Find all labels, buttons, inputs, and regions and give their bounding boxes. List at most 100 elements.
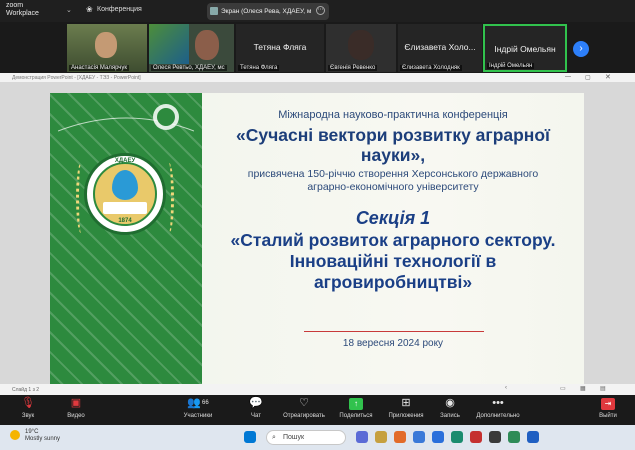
participant-tile[interactable]: Єлизавета Холо... Єлизавета Холодняк — [398, 24, 482, 72]
slide-topic1: «Сталий розвиток аграрного сектору. — [230, 230, 556, 250]
participant-tile[interactable]: Олеся Ревтьо, ХДАЕУ, мс — [149, 24, 234, 72]
search-icon: ⌕ — [272, 434, 276, 441]
meeting-controls: 🎙 Звук ▣ Видео 👥66 Участники 💬 Чат ♡ Отр… — [0, 395, 635, 425]
paw-icon: ❀ — [86, 5, 93, 14]
next-page-chevron-icon[interactable]: › — [573, 41, 589, 57]
close-icon[interactable]: ✕ — [605, 73, 611, 81]
brand-line2: Workplace — [6, 10, 39, 17]
participant-name: Євгенія Ревенко — [328, 65, 378, 71]
view-reading-icon[interactable]: ▤ — [600, 385, 606, 392]
screen-share-pill[interactable]: Экран (Олеся Рева, ХДАЕУ, м — [207, 3, 329, 20]
slide-left-panel: ХДАЕУ 1874 — [50, 93, 202, 393]
more-button[interactable]: ••• Дополнительно — [470, 397, 526, 419]
taskbar-search[interactable]: ⌕ Пошук — [266, 430, 346, 445]
edge-icon[interactable] — [432, 431, 444, 443]
participant-name: Олеся Ревтьо, ХДАЕУ, мс — [151, 65, 227, 71]
nav-left-icon[interactable]: ‹ — [505, 385, 507, 391]
seal-year: 1874 — [118, 218, 132, 224]
university-emblem-top-icon — [58, 104, 194, 132]
slide-section: Секція 1 — [355, 208, 431, 228]
slide-sub1: присвячена 150-річчю створення Херсонськ… — [247, 168, 539, 180]
utorrent-icon[interactable] — [508, 431, 520, 443]
participants-button[interactable]: 👥66 Участники — [170, 397, 226, 419]
slide-counter: Слайд 1 з 2 — [12, 387, 40, 393]
date-divider — [304, 331, 484, 332]
share-screen-icon: ↑ — [328, 397, 384, 410]
view-normal-icon[interactable]: ▭ — [560, 385, 566, 392]
participants-count: 66 — [202, 400, 209, 406]
sun-icon — [10, 430, 20, 440]
participants-icon: 👥66 — [187, 397, 209, 409]
opera-icon[interactable] — [470, 431, 482, 443]
audio-label: Звук — [21, 413, 35, 419]
participant-bigname: Єлизавета Холо... — [404, 42, 476, 52]
book-icon — [103, 202, 147, 214]
brand-line1: zoom — [6, 2, 24, 9]
powerpoint-window: Демонстрация PowerPoint - [ХДАЕУ - ТЭЗ -… — [0, 73, 635, 395]
slide: ХДАЕУ 1874 Міжнародна науково-практична … — [50, 93, 584, 393]
participant-tile[interactable]: Анастасія Малярчук — [67, 24, 147, 72]
heart-icon: ♡ — [299, 397, 309, 409]
search-placeholder: Пошук — [283, 434, 305, 441]
participant-name: Анастасія Малярчук — [69, 65, 130, 71]
windows-start-icon[interactable] — [244, 431, 256, 443]
zoom-brand: zoom Workplace — [6, 2, 39, 18]
chevron-down-icon[interactable]: ⌄ — [66, 6, 72, 14]
camera-off-icon: ▣ — [70, 397, 82, 409]
seal-text: ХДАЕУ — [114, 158, 136, 164]
water-drop-icon — [112, 170, 138, 200]
slide-topic3: агровиробництві» — [313, 272, 473, 292]
participant-tile-active[interactable]: Індрій Омельян Індрій Омельян — [483, 24, 567, 72]
share-button[interactable]: ↑ Поделиться — [328, 397, 384, 419]
react-label: Отреагировать — [283, 413, 325, 419]
video-button[interactable]: ▣ Видео — [48, 397, 104, 419]
leave-label: Выйти — [599, 413, 617, 419]
office-icon[interactable] — [394, 431, 406, 443]
participant-bigname: Тетяна Фляга — [253, 42, 307, 52]
maximize-icon[interactable]: ▢ — [585, 74, 591, 81]
participant-face — [348, 30, 374, 60]
ppt-status-bar: Слайд 1 з 2 ‹ ▭ ▦ ▤ — [0, 384, 635, 395]
more-dots-icon: ••• — [492, 397, 504, 409]
file-explorer-icon[interactable] — [375, 431, 387, 443]
view-grid-icon[interactable]: ▦ — [580, 385, 586, 392]
video-strip: Анастасія Малярчук Олеся Ревтьо, ХДАЕУ, … — [0, 24, 635, 74]
task-view-icon[interactable] — [356, 431, 368, 443]
participant-face — [195, 30, 219, 60]
leave-icon: ⇥ — [580, 397, 635, 410]
slide-sub2: аграрно-економічного університету — [307, 181, 479, 193]
participant-name: Тетяна Фляга — [238, 65, 280, 71]
minimize-icon[interactable]: — — [565, 74, 571, 80]
chrome-icon[interactable] — [451, 431, 463, 443]
university-seal: ХДАЕУ 1874 — [84, 153, 166, 235]
react-button[interactable]: ♡ Отреагировать — [276, 397, 332, 419]
participant-tile[interactable]: Тетяна Фляга Тетяна Фляга — [236, 24, 324, 72]
wheat-left-icon — [76, 163, 86, 233]
participant-name: Індрій Омельян — [487, 63, 535, 69]
screen-share-label: Экран (Олеся Рева, ХДАЕУ, м — [221, 8, 312, 15]
leave-button[interactable]: ⇥ Выйти — [580, 397, 635, 419]
participant-tile[interactable]: Євгенія Ревенко — [326, 24, 396, 72]
chat-label: Чат — [251, 413, 261, 419]
more-icon[interactable]: ⋯ — [316, 6, 325, 15]
slide-date: 18 вересня 2024 року — [342, 338, 444, 349]
app-icon[interactable] — [489, 431, 501, 443]
app2-icon[interactable] — [527, 431, 539, 443]
zoom-app-icon[interactable] — [413, 431, 425, 443]
apps-label: Приложения — [388, 413, 424, 419]
video-label: Видео — [67, 413, 85, 419]
participant-name: Єлизавета Холодняк — [400, 65, 462, 71]
slide-title2: науки», — [360, 145, 426, 165]
conference-label[interactable]: Конференция — [97, 6, 142, 13]
slide-title1: «Сучасні вектори розвитку аграрної — [236, 125, 550, 145]
record-label: Запись — [440, 413, 460, 419]
slide-topic2: Інноваційні технології в — [289, 251, 497, 271]
weather-widget[interactable]: 19°C Mostly sunny — [10, 429, 60, 443]
slide-area: ХДАЕУ 1874 Міжнародна науково-практична … — [0, 82, 635, 393]
participant-face — [95, 32, 117, 58]
participant-bigname: Індрій Омельян — [494, 44, 556, 54]
weather-text: Mostly sunny — [25, 436, 61, 442]
windows-taskbar: 19°C Mostly sunny ⌕ Пошук — [0, 425, 635, 450]
more-label: Дополнительно — [476, 413, 520, 419]
slide-right-panel: Міжнародна науково-практична конференція… — [202, 93, 584, 393]
